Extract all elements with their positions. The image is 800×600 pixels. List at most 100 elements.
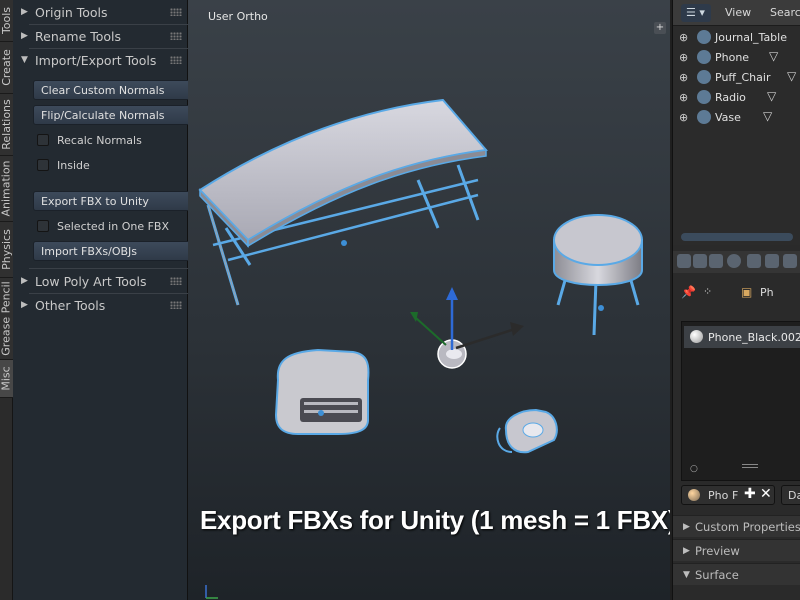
resize-handle[interactable] bbox=[742, 464, 758, 468]
tab-physics[interactable]: Physics bbox=[0, 222, 13, 278]
collapsed-arrow-icon: ▶ bbox=[21, 276, 28, 286]
material-slot-list[interactable]: Phone_Black.002 ○ bbox=[681, 321, 800, 481]
collapsed-arrow-icon: ▶ bbox=[21, 31, 28, 41]
tab-create[interactable]: Create bbox=[0, 42, 13, 94]
outliner-item-phone[interactable]: ⊕ Phone ▽ bbox=[673, 48, 800, 68]
collapsed-arrow-icon: ▶ bbox=[21, 300, 28, 310]
panel-rename-tools[interactable]: ▶ Rename Tools bbox=[21, 25, 196, 47]
puff-chair-mesh[interactable] bbox=[553, 214, 643, 336]
collapsed-arrow-icon: ▶ bbox=[683, 545, 690, 556]
outliner-item-vase[interactable]: ⊕ Vase ▽ bbox=[673, 108, 800, 128]
transform-gizmo[interactable] bbox=[410, 287, 524, 350]
expanded-arrow-icon: ▼ bbox=[21, 55, 28, 65]
clear-custom-normals-button[interactable]: Clear Custom Normals bbox=[33, 80, 193, 100]
panel-import-export-tools[interactable]: ▼ Import/Export Tools bbox=[21, 49, 196, 71]
new-material-button[interactable]: ✚ bbox=[744, 486, 756, 504]
3d-viewport[interactable]: User Ortho Export FBXs for Unity (1 mesh… bbox=[188, 0, 670, 600]
display-mode-dropdown[interactable]: ☰ ▾ bbox=[681, 4, 711, 22]
outliner-scrollbar[interactable] bbox=[681, 233, 793, 241]
mesh-data-icon[interactable]: ▽ bbox=[787, 69, 796, 83]
tab-tools[interactable]: Tools bbox=[0, 0, 13, 42]
outliner: ☰ ▾ View Search ⊕ Journal_Table ⊕ Phone … bbox=[672, 0, 800, 245]
flip-calculate-normals-button[interactable]: Flip/Calculate Normals bbox=[33, 105, 193, 125]
world-tab-icon[interactable] bbox=[727, 254, 741, 268]
view-menu[interactable]: View bbox=[725, 6, 751, 19]
expand-plus-icon[interactable]: ⊕ bbox=[679, 51, 688, 64]
panel-low-poly-art-tools[interactable]: ▶ Low Poly Art Tools bbox=[21, 270, 196, 292]
properties-editor: 📌 ⁘ ▣ Ph Phone_Black.002 ○ Pho F ✚ ✕ Da … bbox=[672, 245, 800, 600]
fake-user-toggle[interactable]: F bbox=[732, 489, 738, 502]
drag-grip-icon[interactable] bbox=[170, 56, 182, 64]
expand-plus-icon[interactable]: ⊕ bbox=[679, 91, 688, 104]
outliner-item-radio[interactable]: ⊕ Radio ▽ bbox=[673, 88, 800, 108]
mesh-object-icon bbox=[697, 90, 711, 104]
search-menu[interactable]: Search bbox=[770, 6, 800, 19]
mesh-object-icon bbox=[697, 110, 711, 124]
tool-tab-strip: Tools Create Relations Animation Physics… bbox=[0, 0, 13, 600]
axis-indicator-icon bbox=[205, 585, 218, 599]
expand-plus-icon[interactable]: ⊕ bbox=[679, 71, 688, 84]
mesh-object-icon bbox=[697, 70, 711, 84]
breadcrumb-object: Ph bbox=[760, 286, 774, 299]
checkbox-box bbox=[37, 159, 49, 171]
outliner-item-puff-chair[interactable]: ⊕ Puff_Chair ▽ bbox=[673, 68, 800, 88]
circle-icon: ○ bbox=[690, 464, 698, 474]
collapsed-arrow-icon: ▶ bbox=[21, 7, 28, 17]
mesh-object-icon bbox=[697, 30, 711, 44]
outliner-item-journal-table[interactable]: ⊕ Journal_Table bbox=[673, 28, 800, 48]
object-tab-icon[interactable] bbox=[747, 254, 761, 268]
divider bbox=[29, 268, 195, 269]
material-browse-field[interactable]: Pho F ✚ ✕ bbox=[681, 485, 775, 505]
recalc-normals-checkbox[interactable]: Recalc Normals bbox=[37, 131, 142, 149]
phone-mesh[interactable] bbox=[496, 408, 558, 454]
expand-plus-icon[interactable]: ⊕ bbox=[679, 31, 688, 44]
modifiers-tab-icon[interactable] bbox=[783, 254, 797, 268]
render-tab-icon[interactable] bbox=[677, 254, 691, 268]
properties-tabs bbox=[673, 251, 800, 273]
layers-tab-icon[interactable] bbox=[693, 254, 707, 268]
unlink-material-button[interactable]: ✕ bbox=[760, 486, 772, 504]
drag-grip-icon[interactable] bbox=[170, 8, 182, 16]
expand-plus-icon[interactable]: ⊕ bbox=[679, 111, 688, 124]
material-sphere-icon bbox=[688, 489, 700, 501]
drag-grip-icon[interactable] bbox=[170, 301, 182, 309]
checkbox-box bbox=[37, 220, 49, 232]
material-slot-item[interactable]: Phone_Black.002 bbox=[684, 326, 800, 348]
export-fbx-to-unity-button[interactable]: Export FBX to Unity bbox=[33, 191, 193, 211]
radio-mesh[interactable] bbox=[274, 348, 370, 435]
caption-overlay: Export FBXs for Unity (1 mesh = 1 FBX) bbox=[200, 505, 670, 535]
outliner-header: ☰ ▾ View Search bbox=[673, 0, 800, 26]
checkbox-box bbox=[37, 134, 49, 146]
mesh-object-icon bbox=[697, 50, 711, 64]
panel-preview[interactable]: ▶ Preview bbox=[673, 539, 800, 561]
context-breadcrumb: 📌 ⁘ ▣ Ph bbox=[673, 281, 800, 305]
tab-grease-pencil[interactable]: Grease Pencil bbox=[0, 278, 13, 360]
mesh-data-icon[interactable]: ▽ bbox=[767, 89, 776, 103]
mesh-data-icon[interactable]: ▽ bbox=[769, 49, 778, 63]
collapsed-arrow-icon: ▶ bbox=[683, 521, 690, 532]
tab-misc[interactable]: Misc bbox=[0, 360, 13, 398]
tool-shelf: ▶ Origin Tools ▶ Rename Tools ▼ Import/E… bbox=[13, 0, 195, 600]
drag-grip-icon[interactable] bbox=[170, 277, 182, 285]
inside-checkbox[interactable]: Inside bbox=[37, 156, 90, 174]
panel-custom-properties[interactable]: ▶ Custom Properties bbox=[673, 515, 800, 537]
journal-table-mesh[interactable] bbox=[198, 98, 488, 306]
material-sphere-icon bbox=[690, 330, 703, 343]
object-cube-icon: ▣ bbox=[741, 285, 753, 299]
drag-grip-icon[interactable] bbox=[170, 32, 182, 40]
expanded-arrow-icon: ▼ bbox=[683, 569, 690, 580]
tab-relations[interactable]: Relations bbox=[0, 94, 13, 156]
panel-surface[interactable]: ▼ Surface bbox=[673, 563, 800, 585]
selected-in-one-fbx-checkbox[interactable]: Selected in One FBX bbox=[37, 217, 169, 235]
add-region-plus-icon[interactable]: + bbox=[654, 22, 666, 34]
import-fbxs-objs-button[interactable]: Import FBXs/OBJs bbox=[33, 241, 193, 261]
panel-origin-tools[interactable]: ▶ Origin Tools bbox=[21, 1, 196, 23]
scene-tab-icon[interactable] bbox=[709, 254, 723, 268]
data-link-dropdown[interactable]: Da bbox=[781, 485, 800, 505]
tab-animation[interactable]: Animation bbox=[0, 156, 13, 222]
constraints-tab-icon[interactable] bbox=[765, 254, 779, 268]
pin-icon[interactable]: 📌 bbox=[681, 285, 696, 299]
panel-other-tools[interactable]: ▶ Other Tools bbox=[21, 294, 196, 316]
mesh-data-icon[interactable]: ▽ bbox=[763, 109, 772, 123]
node-icon: ⁘ bbox=[703, 285, 713, 298]
